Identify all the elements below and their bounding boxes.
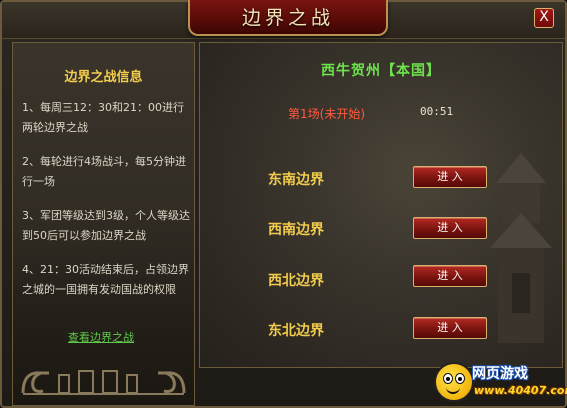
enter-northeast-button[interactable]: 进 入 [413,317,487,339]
watermark-url: www.40407.com [474,384,567,397]
close-button[interactable]: X [534,8,554,28]
info-title: 边界之战信息 [64,70,143,85]
border-name-northwest: 西北边界 [268,273,324,289]
mascot-icon [434,362,474,402]
watermark-title: 网页游戏 [472,366,528,382]
site-watermark: 网页游戏 www.40407.com [434,358,567,406]
enter-southwest-button[interactable]: 进 入 [413,217,487,239]
enter-northwest-button[interactable]: 进 入 [413,265,487,287]
info-item: 3、军团等级达到3级，个人等级达到50后可以参加边界之战 [22,209,190,242]
tower-illustration-icon [490,153,552,343]
info-item: 2、每轮进行4场战斗，每5分钟进行一场 [22,155,186,188]
view-border-battle-link[interactable]: 查看边界之战 [68,329,134,345]
info-item: 1、每周三12：30和21：00进行两轮边界之战 [22,101,184,134]
window-title: 边界之战 [241,7,334,29]
border-name-northeast: 东北边界 [268,323,324,339]
countdown-timer: 00:51 [420,105,454,118]
enter-southeast-button[interactable]: 进 入 [413,166,487,188]
info-item: 4、21：30活动结束后，占领边界之城的一国拥有发动国战的权限 [22,263,189,296]
border-battle-window: 边界之战 X 边界之战信息 1、每周三12：30和21：00进行两轮边界之战 2… [0,0,567,408]
title-plate: 边界之战 [188,0,388,36]
nation-label: 西牛贺州【本国】 [321,63,441,79]
battle-panel: 西牛贺州【本国】 第1场(未开始) 00:51 东南边界 进 入 西南边界 进 … [199,42,563,368]
panel-ornament-icon [21,370,186,395]
round-status: 第1场(未开始) [288,107,365,121]
info-panel: 边界之战信息 1、每周三12：30和21：00进行两轮边界之战 2、每轮进行4场… [12,42,195,406]
border-name-southwest: 西南边界 [268,222,324,238]
border-name-southeast: 东南边界 [268,172,324,188]
